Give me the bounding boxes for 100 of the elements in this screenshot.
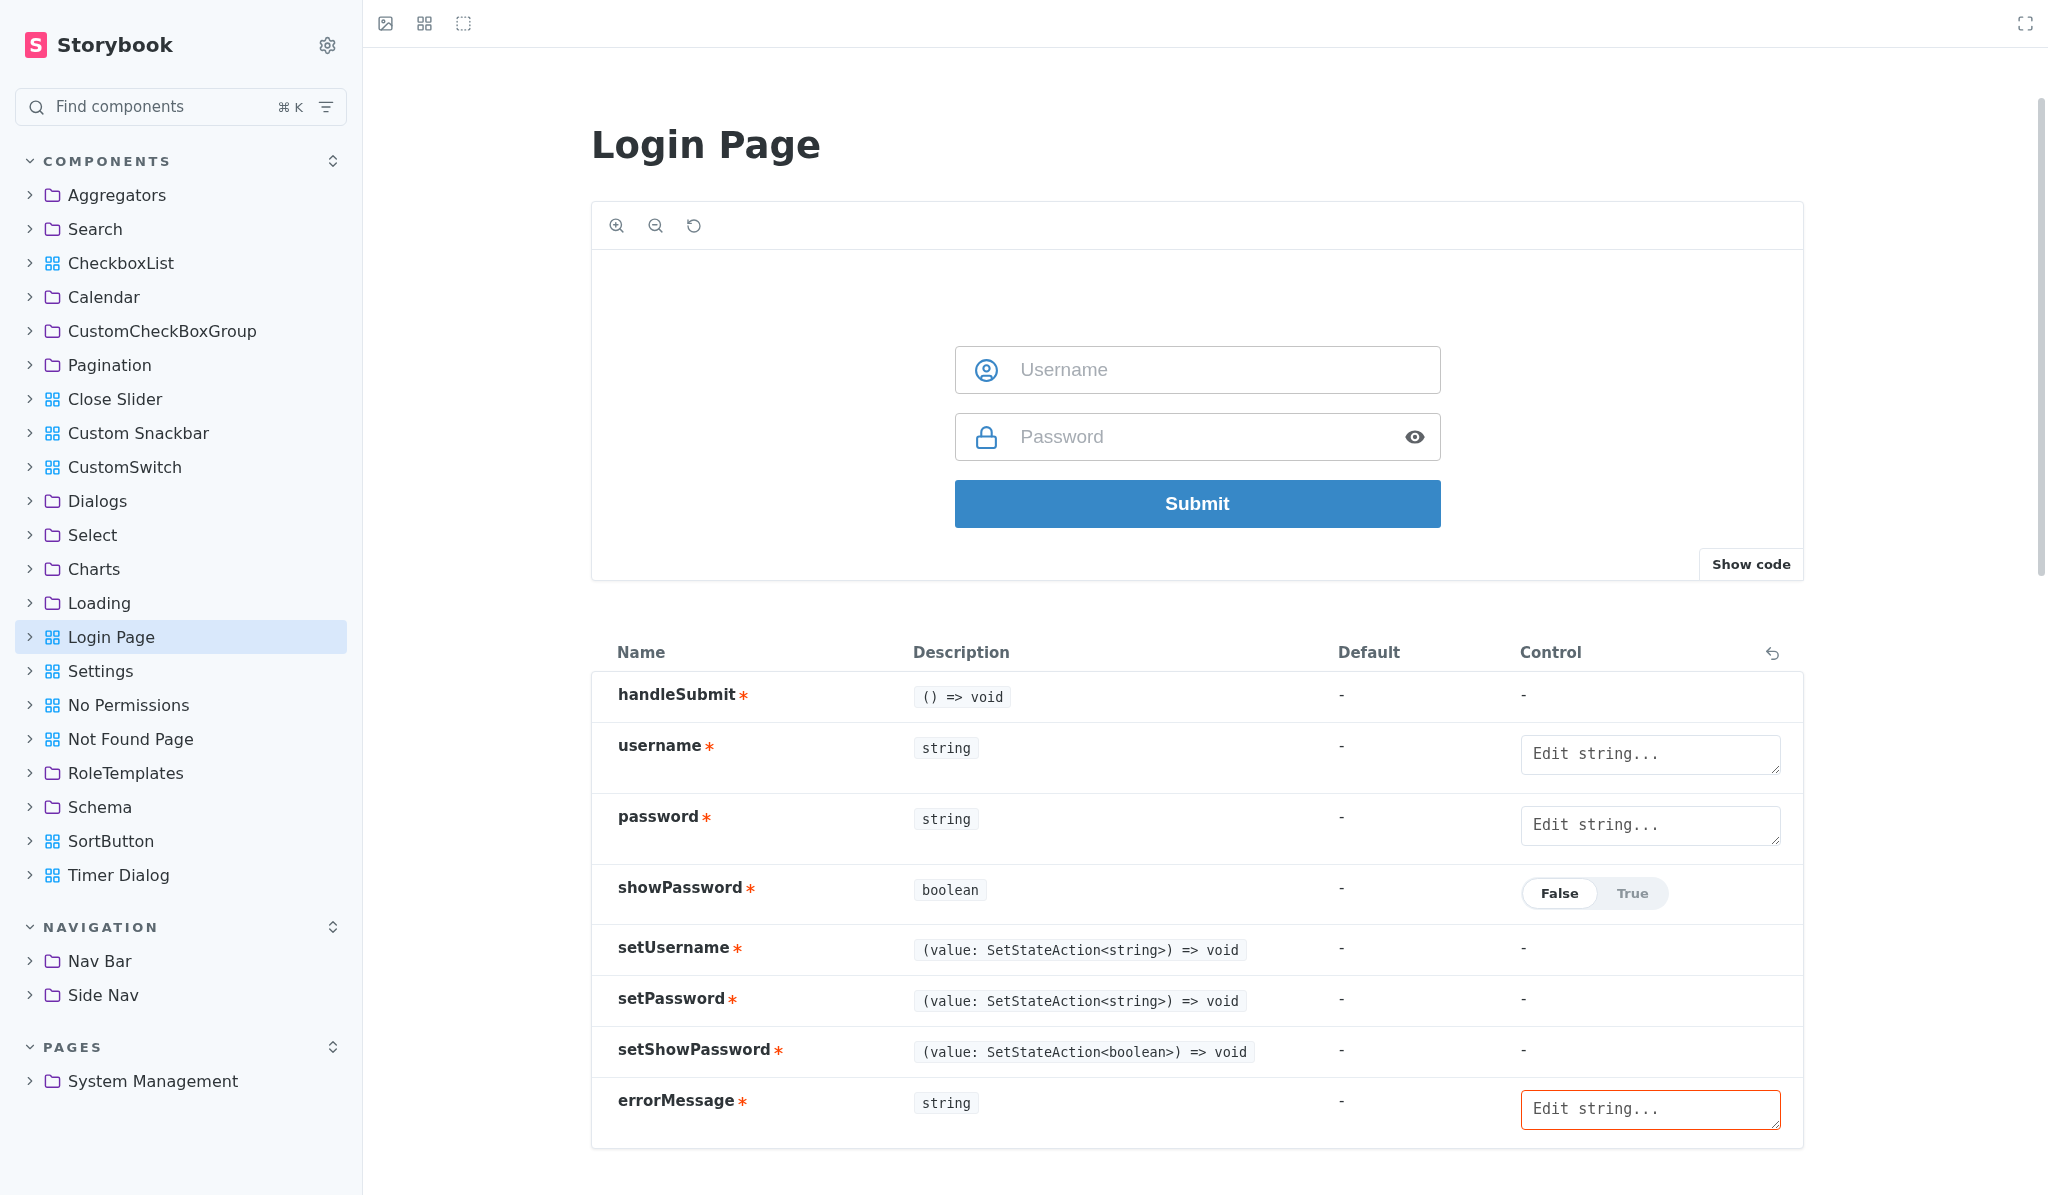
column-header: Description [913, 644, 1012, 662]
brand-name: Storybook [57, 33, 173, 57]
prop-name: showPassword [618, 879, 743, 897]
scrollbar-thumb[interactable] [2037, 98, 2045, 576]
type-label: string [914, 808, 979, 830]
sidebar-item[interactable]: Schema [15, 790, 347, 824]
component-icon [44, 866, 61, 884]
default-value: - [1339, 879, 1346, 897]
component-icon [44, 628, 61, 646]
sidebar-item[interactable]: Timer Dialog [15, 858, 347, 892]
folder-icon [44, 594, 61, 612]
sidebar-item[interactable]: Search [15, 212, 347, 246]
sidebar-item[interactable]: Aggregators [15, 178, 347, 212]
type-label: string [914, 737, 979, 759]
folder-icon [44, 952, 61, 970]
control-value: - [1521, 1041, 1528, 1059]
type-label: boolean [914, 879, 987, 901]
sidebar-item[interactable]: Side Nav [15, 978, 347, 1012]
sidebar-item[interactable]: CustomSwitch [15, 450, 347, 484]
column-header: Default [1338, 644, 1402, 662]
zoom-out-icon[interactable] [647, 217, 664, 234]
search-input[interactable]: Find components [54, 97, 269, 117]
user-icon [973, 357, 999, 383]
sidebar-item[interactable]: Nav Bar [15, 944, 347, 978]
zoom-in-icon[interactable] [608, 217, 625, 234]
column-header: Name [617, 644, 667, 662]
column-header: Control [1520, 644, 1583, 662]
sidebar-item[interactable]: Select [15, 518, 347, 552]
sidebar-item[interactable]: RoleTemplates [15, 756, 347, 790]
sidebar-item[interactable]: Custom Snackbar [15, 416, 347, 450]
prop-name: setPassword [618, 990, 726, 1008]
shortcut-hint: ⌘ K [277, 99, 303, 115]
prop-name: errorMessage [618, 1092, 735, 1110]
show-code-button[interactable]: Show code [1699, 548, 1804, 581]
boolean-toggle[interactable]: False True [1521, 877, 1669, 910]
search-icon [28, 98, 45, 116]
type-label: (value: SetStateAction<boolean>) => void [914, 1041, 1256, 1063]
sidebar-item[interactable]: Dialogs [15, 484, 347, 518]
sidebar-item[interactable]: Not Found Page [15, 722, 347, 756]
type-label: (value: SetStateAction<string>) => void [914, 990, 1247, 1012]
component-icon [44, 730, 61, 748]
control-value: - [1521, 990, 1528, 1008]
sidebar-item[interactable]: Charts [15, 552, 347, 586]
folder-icon [44, 764, 61, 782]
default-value: - [1339, 737, 1346, 755]
fullscreen-icon[interactable] [2017, 15, 2034, 32]
filter-icon[interactable] [318, 99, 334, 115]
component-icon [44, 254, 61, 272]
logo-icon: S [25, 32, 47, 58]
reset-zoom-icon[interactable] [686, 217, 702, 234]
string-input[interactable]: Edit string... [1521, 1090, 1781, 1130]
folder-icon [44, 798, 61, 816]
section-title: PAGES [43, 1039, 104, 1055]
folder-icon [44, 288, 61, 306]
grid-icon[interactable] [416, 15, 433, 32]
sidebar-item[interactable]: CheckboxList [15, 246, 347, 280]
sidebar-item[interactable]: Calendar [15, 280, 347, 314]
default-value: - [1339, 1041, 1346, 1059]
type-label: () => void [914, 686, 1012, 708]
control-value: - [1521, 686, 1528, 704]
username-field[interactable]: Username [954, 346, 1441, 394]
submit-button[interactable]: Submit [954, 480, 1441, 528]
sidebar-item[interactable]: No Permissions [15, 688, 347, 722]
prop-name: handleSubmit [618, 686, 736, 704]
image-icon[interactable] [377, 15, 394, 32]
default-value: - [1339, 939, 1346, 957]
type-label: (value: SetStateAction<string>) => void [914, 939, 1247, 961]
section-title: COMPONENTS [43, 153, 172, 169]
search-field[interactable]: Find components ⌘ K [15, 88, 347, 126]
prop-name: password [618, 808, 699, 826]
sidebar-item[interactable]: Login Page [15, 620, 347, 654]
folder-icon [44, 560, 61, 578]
folder-icon [44, 322, 61, 340]
default-value: - [1339, 686, 1346, 704]
default-value: - [1339, 990, 1346, 1008]
component-icon [44, 390, 61, 408]
default-value: - [1339, 1092, 1346, 1110]
settings-icon[interactable] [318, 35, 337, 55]
type-label: string [914, 1092, 979, 1114]
sidebar-item[interactable]: Pagination [15, 348, 347, 382]
folder-icon [44, 356, 61, 374]
sidebar-item[interactable]: Loading [15, 586, 347, 620]
page-title: Login Page [591, 124, 823, 168]
prop-name: setShowPassword [618, 1041, 771, 1059]
sidebar-item[interactable]: Close Slider [15, 382, 347, 416]
section-title: NAVIGATION [43, 919, 160, 935]
sidebar-item[interactable]: Settings [15, 654, 347, 688]
sidebar-item[interactable]: SortButton [15, 824, 347, 858]
component-icon [44, 458, 61, 476]
component-icon [44, 832, 61, 850]
folder-icon [44, 186, 61, 204]
toggle-option[interactable]: False [1522, 878, 1598, 909]
folder-icon [44, 1072, 61, 1090]
component-icon [44, 424, 61, 442]
sidebar-item[interactable]: CustomCheckBoxGroup [15, 314, 347, 348]
component-icon [44, 696, 61, 714]
component-icon [44, 662, 61, 680]
password-field[interactable]: Password [954, 413, 1441, 461]
folder-icon [44, 492, 61, 510]
sidebar-item[interactable]: System Management [15, 1064, 347, 1098]
